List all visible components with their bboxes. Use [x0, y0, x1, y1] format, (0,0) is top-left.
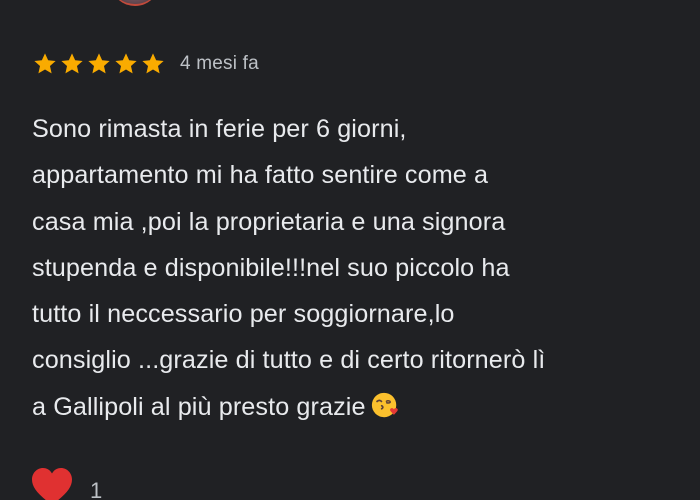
review-text: Sono rimasta in ferie per 6 giorni, appa…: [32, 106, 682, 430]
star-icon: [32, 51, 58, 77]
review-text-line: Sono rimasta in ferie per 6 giorni,: [32, 115, 407, 143]
reaction-count: 1: [90, 478, 103, 500]
star-icon: [140, 51, 166, 77]
review-text-line: a Gallipoli al più presto grazie: [32, 392, 366, 421]
review-meta: 4 mesi fa: [32, 50, 259, 78]
star-icon: [113, 51, 139, 77]
review-text-line: casa mia ,poi la proprietaria e una sign…: [32, 207, 506, 236]
review-time: 4 mesi fa: [180, 53, 259, 74]
review-text-line: stupenda e disponibile!!!nel suo piccolo…: [32, 253, 510, 282]
review-text-line: tutto il neccessario per soggiornare,lo: [32, 300, 455, 329]
star-rating: [32, 51, 166, 77]
review-text-line: appartamento mi ha fatto sentire come a: [32, 161, 489, 190]
star-icon: [59, 51, 85, 77]
face-blowing-kiss-icon: [370, 390, 400, 420]
review-last-line: a Gallipoli al più presto grazie: [32, 384, 682, 430]
star-icon: [86, 51, 112, 77]
reaction-row: 1: [30, 466, 102, 500]
reviewer-avatar[interactable]: [110, 0, 160, 6]
heart-icon[interactable]: [30, 466, 74, 500]
review-text-line: consiglio ...grazie di tutto e di certo …: [32, 346, 546, 375]
review-screen: 4 mesi fa Sono rimasta in ferie per 6 gi…: [0, 0, 700, 500]
